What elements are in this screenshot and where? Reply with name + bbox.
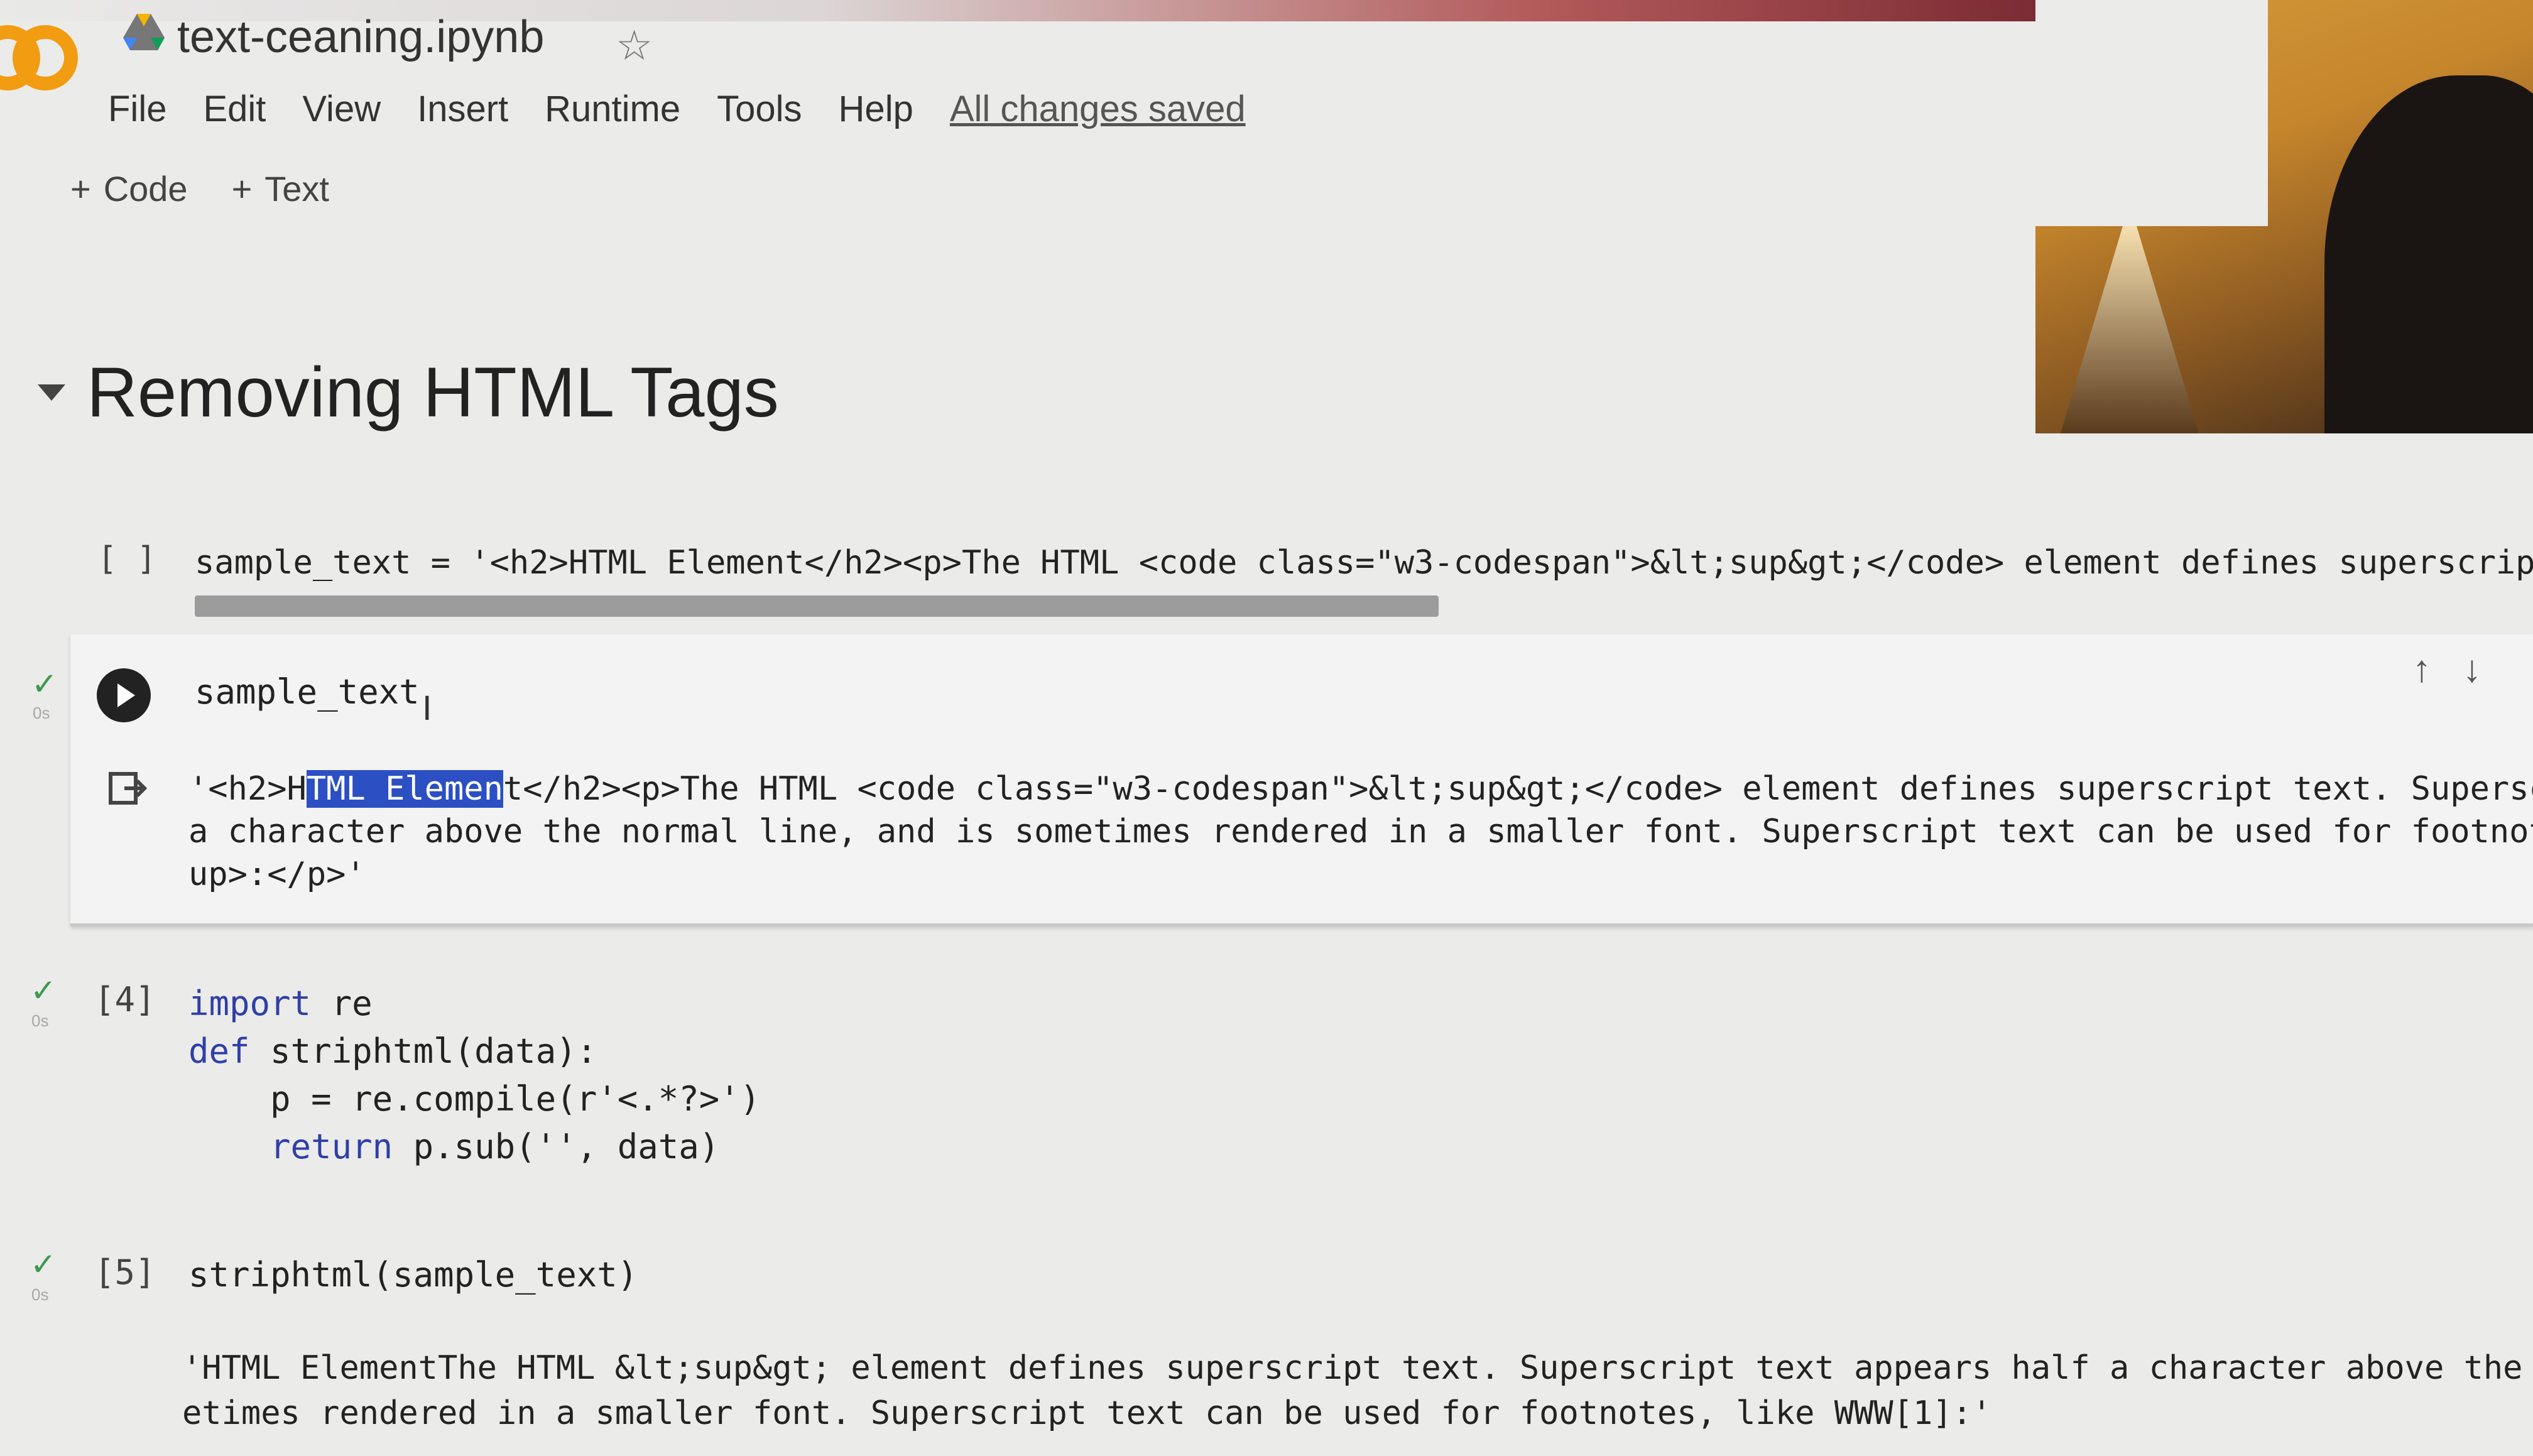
selected-text: TML Elemen — [306, 770, 503, 808]
section-title: Removing HTML Tags — [87, 353, 779, 432]
code-text: p.sub('', data) — [393, 1127, 720, 1166]
add-text-label: Text — [264, 169, 329, 209]
output-text: 'HTML ElementThe HTML &lt;sup&gt; elemen… — [182, 1349, 2533, 1387]
check-icon: ✓ — [30, 973, 57, 1008]
move-down-icon[interactable]: ↓ — [2463, 647, 2481, 690]
menu-file[interactable]: File — [108, 88, 166, 130]
run-time: 0s — [31, 1285, 49, 1304]
horizontal-scrollbar[interactable] — [195, 595, 1439, 617]
text-cursor-icon: I — [422, 688, 432, 727]
output-text: t</h2><p>The HTML <code class="w3-codesp… — [503, 770, 2533, 808]
save-status[interactable]: All changes saved — [950, 88, 1246, 130]
cell-output: '<h2>HTML Element</h2><p>The HTML <code … — [188, 768, 2533, 896]
code-cell-striphtml-call[interactable]: striphtml(sample_text) — [188, 1255, 638, 1295]
toolbar: + Code + Text — [70, 168, 329, 209]
menu-insert[interactable]: Insert — [417, 88, 508, 130]
webcam-overlay — [2035, 0, 2533, 433]
output-text: up>:</p>' — [188, 856, 366, 893]
output-text: a character above the normal line, and i… — [188, 813, 2533, 850]
webcam-person — [2324, 75, 2533, 433]
code-text: p = re.compile(r'<.*?>') — [188, 1079, 761, 1119]
star-icon[interactable]: ☆ — [616, 21, 653, 70]
run-time: 0s — [31, 1011, 49, 1030]
move-up-icon[interactable]: ↑ — [2412, 647, 2431, 690]
cell-exec-label[interactable]: [ ] — [97, 540, 156, 578]
drive-icon — [123, 14, 165, 50]
cell-exec-label[interactable]: [5] — [94, 1252, 156, 1292]
cell-output: 'HTML ElementThe HTML &lt;sup&gt; elemen… — [182, 1345, 2533, 1436]
code-text: striphtml(data): — [249, 1031, 597, 1071]
code-cell-striphtml-def[interactable]: import re def striphtml(data): p = re.co… — [188, 980, 760, 1171]
menu-view[interactable]: View — [302, 88, 381, 130]
notebook-title[interactable]: text-ceaning.ipynb — [177, 11, 544, 63]
run-cell-button[interactable] — [97, 668, 151, 722]
colab-logo[interactable] — [0, 19, 78, 94]
code-cell-sample-text[interactable]: sample_text = '<h2>HTML Element</h2><p>T… — [195, 544, 2533, 582]
collapse-caret-icon[interactable] — [38, 384, 65, 401]
webcam-wall — [2035, 0, 2268, 226]
add-code-label: Code — [103, 169, 188, 209]
check-icon: ✓ — [30, 1247, 57, 1282]
plus-icon: + — [70, 169, 91, 209]
webcam-lamp — [2061, 226, 2199, 433]
code-text: re — [311, 984, 373, 1023]
plus-icon: + — [231, 169, 253, 209]
keyword: def — [188, 1031, 250, 1071]
run-time: 0s — [33, 704, 50, 722]
menu-bar: File Edit View Insert Runtime Tools Help… — [108, 88, 1246, 130]
keyword: return — [270, 1127, 393, 1166]
cell-exec-label[interactable]: [4] — [94, 980, 156, 1019]
menu-edit[interactable]: Edit — [203, 88, 266, 130]
code-cell-sample-text-display[interactable]: sample_text — [195, 672, 420, 712]
output-text: etimes rendered in a smaller font. Super… — [182, 1394, 1992, 1432]
output-icon[interactable] — [107, 770, 147, 807]
menu-runtime[interactable]: Runtime — [545, 88, 680, 130]
add-code-button[interactable]: + Code — [70, 168, 188, 209]
cell-move-controls: ↑ ↓ — [2412, 647, 2481, 690]
output-text: '<h2>H — [188, 770, 307, 808]
check-icon: ✓ — [31, 666, 58, 702]
keyword: import — [188, 984, 312, 1023]
menu-help[interactable]: Help — [839, 88, 913, 130]
add-text-button[interactable]: + Text — [232, 168, 329, 209]
menu-tools[interactable]: Tools — [717, 88, 802, 130]
section-header[interactable]: Removing HTML Tags — [38, 352, 779, 433]
